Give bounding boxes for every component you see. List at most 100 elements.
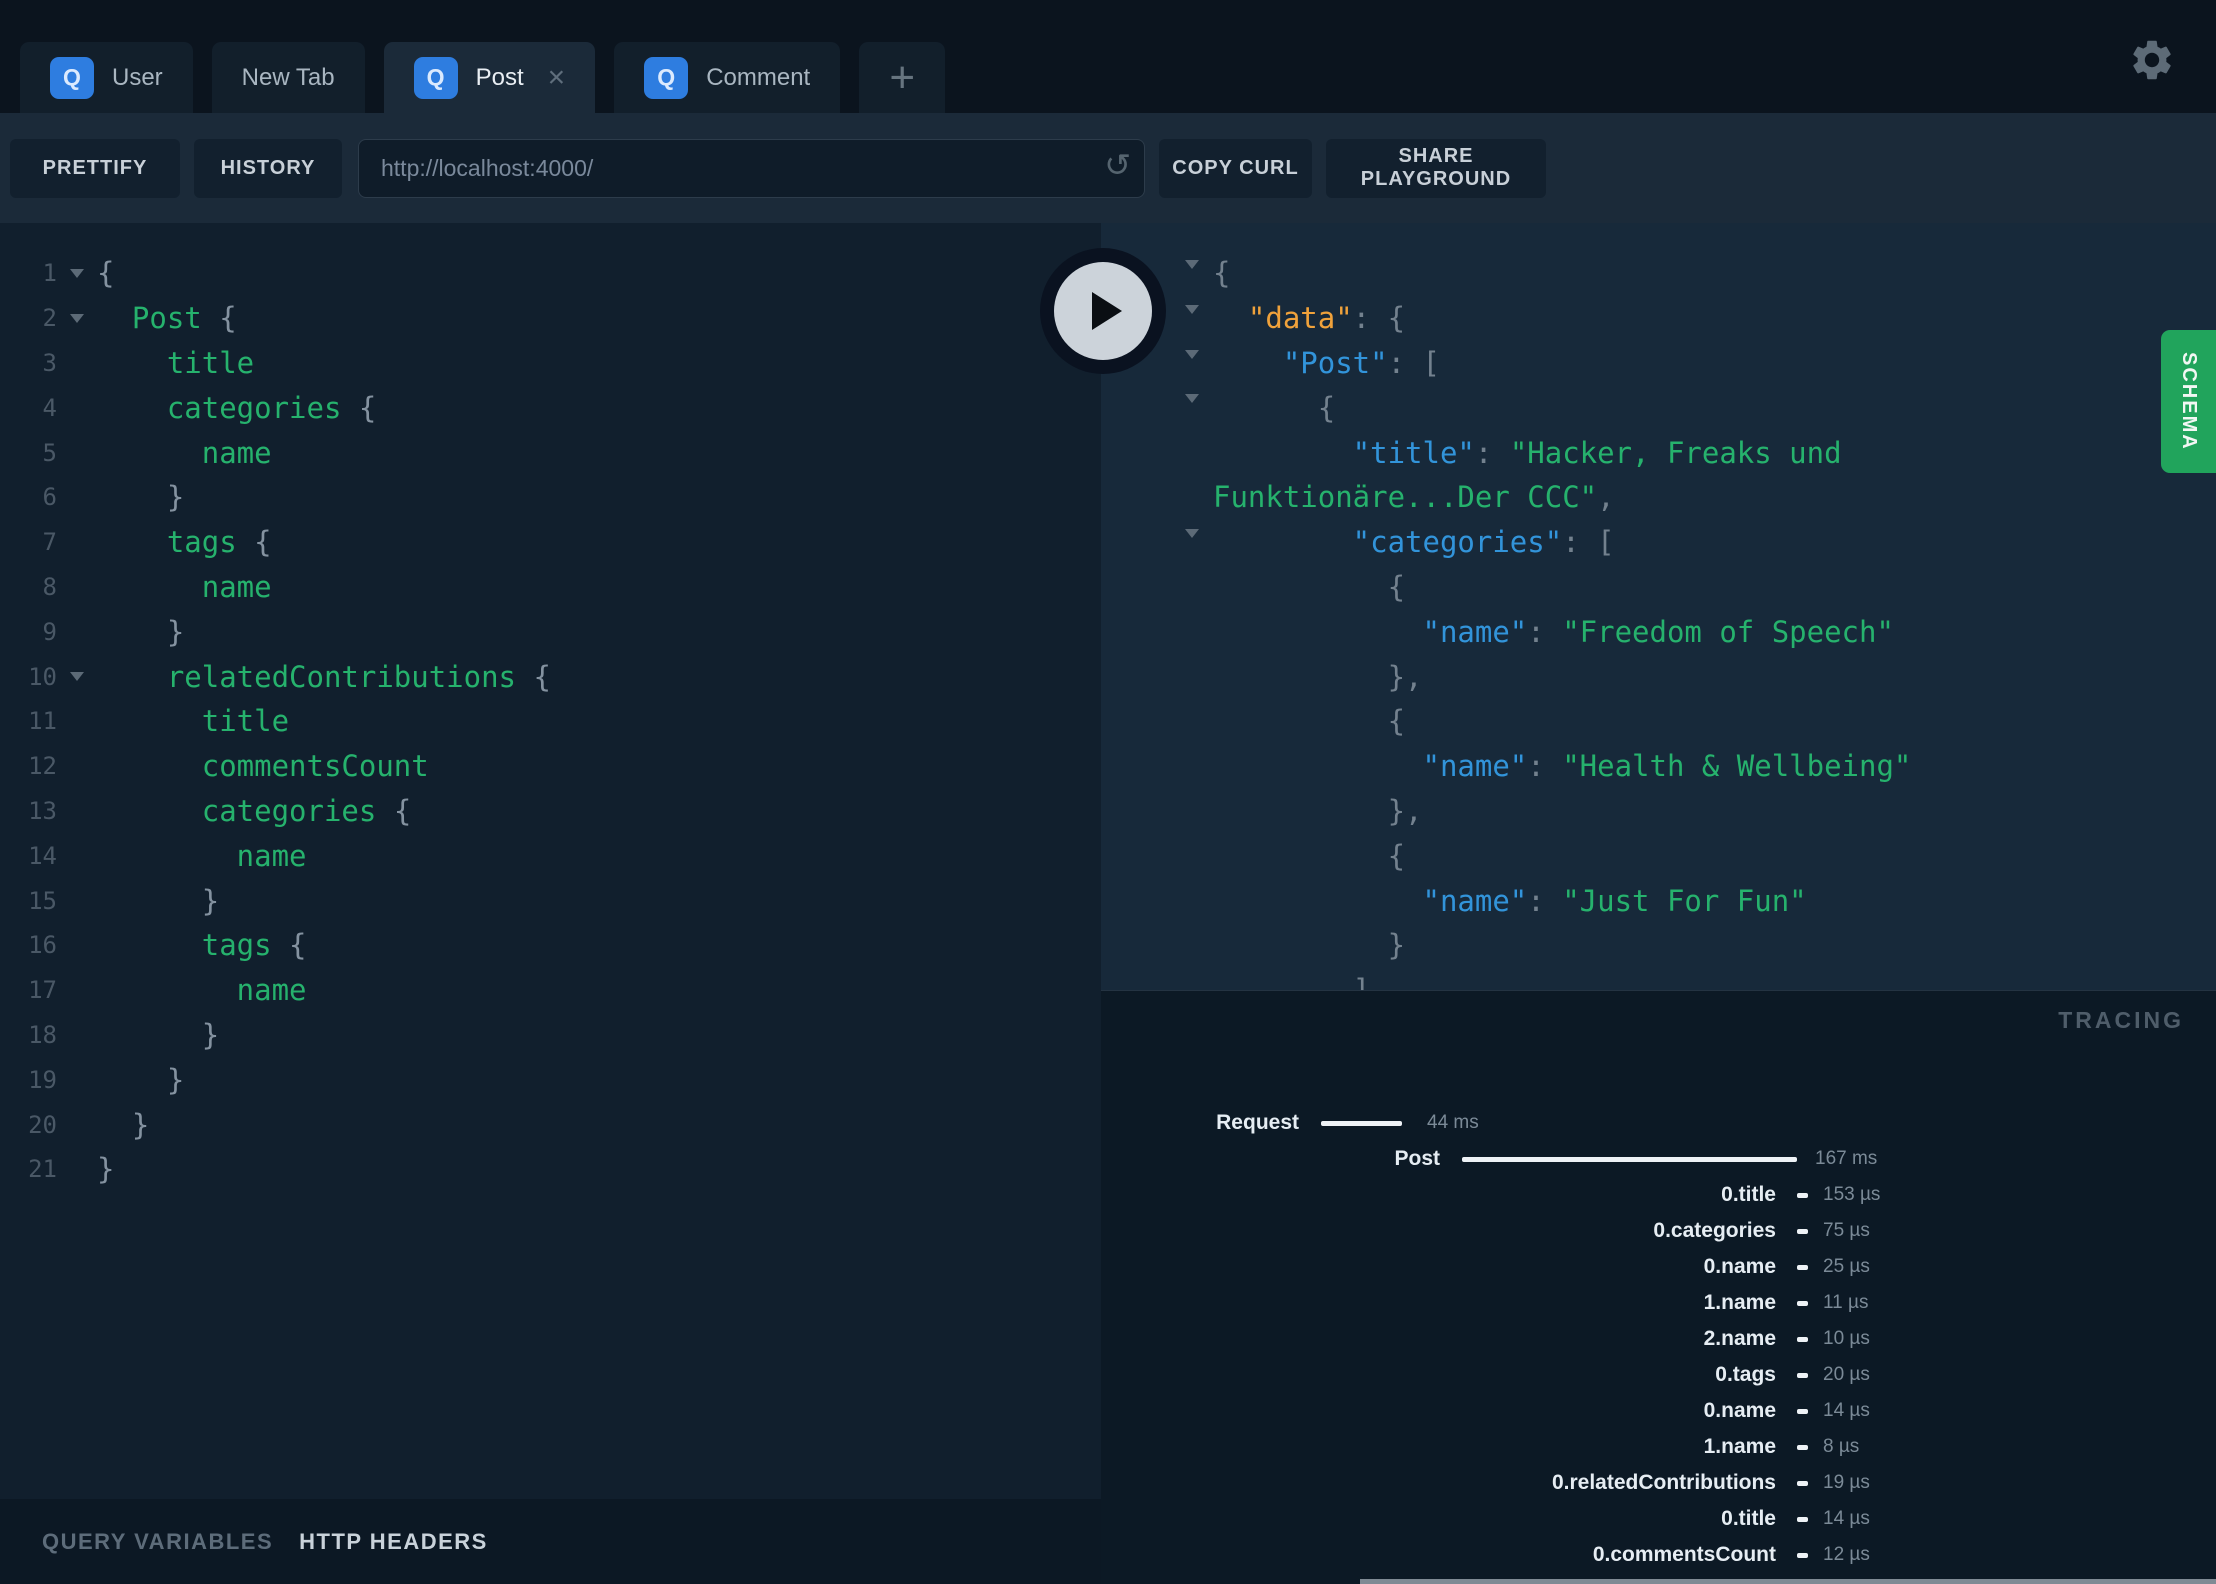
code-text: title [97, 346, 254, 380]
line-number: 10 [28, 662, 57, 691]
editor-line: 16 tags { [0, 923, 1101, 968]
trace-label: 0.name [1703, 1255, 1776, 1278]
fold-gutter[interactable] [57, 717, 97, 726]
code-text: commentsCount [97, 749, 429, 783]
code-token: { [1317, 390, 1336, 425]
response-viewer: { "data": { "Post": [ { "title": "Hacker… [1101, 223, 2216, 990]
response-line: "categories": [ [1101, 520, 2216, 572]
code-text: } [97, 1063, 184, 1097]
fold-gutter[interactable] [57, 313, 97, 323]
fold-gutter[interactable] [57, 896, 97, 905]
execute-query-button[interactable] [1040, 248, 1166, 374]
code-token: "Freedom of Speech" [1562, 614, 1894, 649]
fold-gutter[interactable] [57, 403, 97, 412]
reload-icon[interactable]: ↺ [1104, 146, 1131, 184]
fold-arrow-icon[interactable] [70, 672, 84, 682]
schema-side-tab[interactable]: SCHEMA [2161, 330, 2216, 473]
tab-http-headers[interactable]: HTTP HEADERS [299, 1529, 488, 1555]
trace-label: 0.name [1703, 1399, 1776, 1422]
fold-gutter[interactable] [57, 1120, 97, 1129]
query-tab[interactable]: Q User [20, 42, 193, 113]
response-line: Funktionäre...Der CCC", [1101, 475, 2216, 520]
trace-label: 0.title [1721, 1183, 1776, 1206]
tab-query-variables[interactable]: QUERY VARIABLES [42, 1529, 273, 1555]
code-token: } [166, 1062, 185, 1097]
tab-close-icon[interactable]: × [548, 62, 566, 93]
fold-gutter[interactable] [57, 986, 97, 995]
code-text: } [97, 884, 219, 918]
fold-gutter[interactable] [57, 627, 97, 636]
code-token: } [166, 480, 185, 515]
code-token: ] [1353, 973, 1370, 990]
fold-gutter[interactable] [57, 493, 97, 502]
code-text: relatedContributions { [97, 660, 551, 694]
fold-gutter[interactable] [57, 358, 97, 367]
fold-gutter[interactable] [57, 1075, 97, 1084]
prettify-button[interactable]: PRETTIFY [10, 138, 180, 198]
code-text: }, [1213, 794, 1423, 828]
code-token: title [201, 704, 290, 739]
endpoint-url-input[interactable] [358, 138, 1145, 198]
trace-duration-value: 8 µs [1823, 1436, 1860, 1457]
trace-label: 2.name [1703, 1327, 1776, 1350]
fold-gutter[interactable] [57, 672, 97, 682]
copy-curl-button[interactable]: COPY CURL [1159, 138, 1312, 198]
settings-gear-icon[interactable] [2128, 36, 2176, 84]
query-type-badge: Q [644, 56, 689, 99]
fold-gutter[interactable] [57, 1165, 97, 1174]
fold-gutter[interactable] [57, 582, 97, 591]
share-playground-button[interactable]: SHARE PLAYGROUND [1326, 138, 1546, 198]
fold-arrow-icon[interactable] [70, 268, 84, 278]
line-number: 15 [28, 886, 57, 915]
tab-label: New Tab [241, 63, 335, 91]
code-token: name [236, 838, 307, 873]
fold-gutter[interactable] [57, 762, 97, 771]
code-token: Post [131, 301, 202, 336]
query-editor[interactable]: 1 { 2 Post { 3 title 4 categories { 5 na… [0, 223, 1101, 1499]
trace-duration-dash [1797, 1553, 1808, 1558]
new-tab-button[interactable]: + [859, 42, 946, 113]
query-tab[interactable]: Q Post × [383, 42, 596, 113]
editor-line: 13 categories { [0, 789, 1101, 834]
response-line: "name": "Freedom of Speech" [1101, 609, 2216, 654]
editor-line: 12 commentsCount [0, 744, 1101, 789]
history-button[interactable]: HISTORY [194, 138, 342, 198]
code-token: name [201, 569, 272, 604]
trace-duration-value: 14 µs [1823, 1400, 1870, 1421]
tab-label: Post [475, 63, 524, 91]
fold-gutter[interactable] [57, 851, 97, 860]
fold-gutter[interactable] [57, 268, 97, 278]
tracing-scrollbar[interactable] [1360, 1579, 2216, 1584]
code-text: { [1213, 391, 1335, 425]
toolbar: PRETTIFY HISTORY ↺ COPY CURL SHARE PLAYG… [0, 113, 2216, 223]
fold-gutter[interactable] [57, 941, 97, 950]
editor-line: 7 tags { [0, 520, 1101, 565]
editor-line: 2 Post { [0, 296, 1101, 341]
fold-gutter[interactable] [57, 806, 97, 815]
editor-line: 1 { [0, 251, 1101, 296]
code-token: } [1387, 928, 1406, 963]
code-text: { [1213, 570, 1405, 604]
trace-row: 0.name 25 µs [1101, 1249, 2216, 1285]
code-text: { [1213, 256, 1230, 290]
trace-duration-dash [1797, 1445, 1808, 1450]
query-tab[interactable]: New Tab [211, 42, 365, 113]
trace-row: Post 167 ms [1101, 1141, 2216, 1177]
fold-gutter[interactable] [57, 1030, 97, 1039]
trace-row: 0.tags 20 µs [1101, 1357, 2216, 1393]
code-token: { [271, 928, 307, 963]
code-token: } [201, 1017, 220, 1052]
code-token: { [1387, 569, 1406, 604]
code-token: : [ [1387, 345, 1440, 380]
trace-duration-value: 14 µs [1823, 1508, 1870, 1529]
response-line: { [1101, 251, 2216, 303]
fold-arrow-icon[interactable] [70, 313, 84, 323]
fold-gutter[interactable] [57, 538, 97, 547]
trace-row: 0.title 153 µs [1101, 1177, 2216, 1213]
fold-gutter[interactable] [57, 448, 97, 457]
editor-line: 21 } [0, 1147, 1101, 1192]
code-token: categories [201, 793, 377, 828]
main-split: 1 { 2 Post { 3 title 4 categories { 5 na… [0, 223, 2216, 1584]
query-tab[interactable]: Q Comment [614, 42, 841, 113]
response-line: { [1101, 699, 2216, 744]
